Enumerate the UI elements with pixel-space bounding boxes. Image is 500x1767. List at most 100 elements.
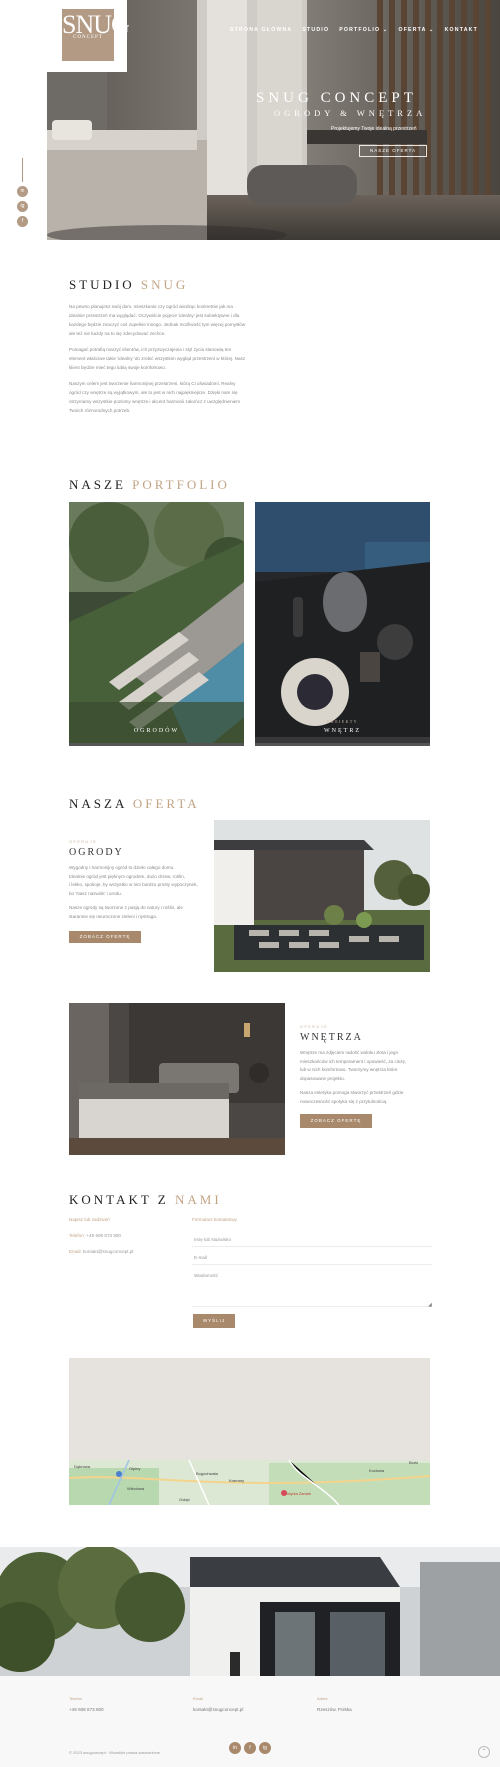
nav-item-oferta[interactable]: OFERTA ⌄ [398, 27, 434, 33]
interior-offer-image [69, 1003, 285, 1155]
oferta-heading-b: OFERTA [132, 796, 200, 811]
portfolio-card-kicker: PROJEKTY [327, 720, 358, 724]
oferta-heading-a: NASZA [69, 796, 127, 811]
nav-item-kontakt[interactable]: KONTAKT [445, 27, 478, 33]
footer-phone: Telefon +48 608 673 800 [69, 1696, 104, 1712]
map-place: Wiśniowa [127, 1486, 145, 1491]
studio-heading: STUDIO SNUG [69, 277, 188, 293]
hero-subtitle: OGRODY & WNĘTRZA [274, 108, 427, 118]
portfolio-card-bar [69, 743, 244, 746]
email-field-underline [192, 1264, 432, 1265]
offer-text-line: Nasze ogrody są tworzone z pasją do natu… [69, 905, 183, 910]
scroll-top-icon[interactable]: ⌃ [478, 1746, 490, 1758]
map-tiles [69, 1459, 430, 1505]
offer-text-line: i lekko, spokoje, by wszystko w nim bard… [69, 882, 198, 887]
map-place: Ołpiny [129, 1466, 141, 1471]
facebook-icon[interactable]: f [244, 1742, 256, 1754]
form-title-text: Formularz kontaktowy [192, 1217, 237, 1222]
contact-phone: Telefon: +48 608 673 800 [69, 1233, 121, 1238]
offer-text-line: mieszkańców ich temperament i opowieść, … [300, 1058, 407, 1064]
map[interactable]: Dąbrowa Ołpiny Wiśniowa Bogochwała Krama… [69, 1358, 430, 1505]
linkedin-icon[interactable]: in [17, 186, 28, 197]
submit-button[interactable]: WYŚLIJ [193, 1314, 235, 1328]
linkedin-icon[interactable]: in [229, 1742, 241, 1754]
footer: Telefon +48 608 673 800 Email kontakt@sn… [0, 1676, 500, 1767]
offer-text-line: Wygodny i harmonijny ogród to dzieło cał… [69, 865, 175, 870]
hero-section: SNUG CONCEPT STRONA GŁÓWNA STUDIO PORTFO… [0, 0, 500, 240]
offer-text-line: Wnętrze ma zdjęciem radość widoku złota … [300, 1050, 399, 1055]
offer-interiors: OFERUJE WNĘTRZA Wnętrze ma zdjęciem rado… [300, 1025, 430, 1128]
footer-banner-image [0, 1547, 500, 1676]
footer-col-label: Email [193, 1696, 204, 1701]
offer-gardens-button[interactable]: ZOBACZ OFERTĘ [69, 931, 141, 943]
instagram-icon[interactable]: ig [17, 201, 28, 212]
map-place: Bogochwała [196, 1471, 218, 1476]
offer-text: Wygodny i harmonijny ogród to dzieło cał… [69, 864, 199, 921]
map-place: Gołąb [179, 1497, 190, 1502]
instagram-icon[interactable]: ig [259, 1742, 271, 1754]
footer-col-label: Telefon [69, 1696, 82, 1701]
offer-kicker: OFERUJE [69, 840, 98, 844]
name-field[interactable]: Imię lub Nazwisko [194, 1237, 231, 1242]
studio-paragraph: Na pewno planujesz swój dom, mieszkanie … [69, 304, 246, 336]
portfolio-card-label: OGRODÓW [133, 728, 180, 734]
oferta-heading: NASZA OFERTA [69, 796, 200, 812]
nav-item-home[interactable]: STRONA GŁÓWNA [230, 27, 292, 33]
portfolio-heading: NASZE PORTFOLIO [69, 477, 230, 493]
portfolio-heading-a: NASZE [69, 477, 126, 492]
studio-text: Na pewno planujesz swój dom, mieszkanie … [69, 302, 247, 422]
resize-handle-icon[interactable]: ◢ [428, 1302, 432, 1308]
message-field[interactable]: Wiadomość [194, 1273, 218, 1278]
interior-image [255, 502, 430, 746]
offer-text-line: lub w nich komfortowo. Tworzymy wnętrza … [300, 1067, 398, 1072]
copyright: © 2023 snugconcept · Wszelkie prawa zast… [69, 1750, 160, 1755]
footer-col-value: Rzeszów, Polska [317, 1707, 352, 1712]
offer-text-line: dopasowane projektu. [300, 1075, 345, 1081]
offer-text-line: bo ‘Nasz nazwisk' i urodu. [69, 890, 122, 896]
logo[interactable]: SNUG CONCEPT [62, 9, 130, 61]
contact-intro: Napisz lub zadzwoń [69, 1217, 110, 1222]
nav-item-portfolio[interactable]: PORTFOLIO ⌄ [339, 27, 388, 33]
contact-phone-label: Telefon: [69, 1233, 86, 1238]
studio-heading-a: STUDIO [69, 277, 135, 292]
social-divider [22, 158, 23, 182]
footer-address: Adres Rzeszów, Polska [317, 1696, 352, 1712]
offer-text-line: nowoczesność spotyka się z przytulnością… [300, 1098, 388, 1104]
contact-email-value[interactable]: kontakt@snugconcept.pl [83, 1249, 133, 1254]
map-place: Gdynia Zamek [285, 1491, 312, 1496]
map-place: Kramary [229, 1478, 245, 1483]
garden-offer-image [214, 820, 430, 972]
offer-interiors-button[interactable]: ZOBACZ OFERTĘ [300, 1114, 372, 1128]
portfolio-card-bar [255, 743, 430, 746]
studio-heading-b: SNUG [140, 277, 189, 292]
form-title: Formularz kontaktowy [192, 1217, 237, 1222]
map-place: Kozłowa [369, 1468, 385, 1473]
offer-text: Wnętrze ma zdjęciem radość widoku złota … [300, 1049, 430, 1106]
kontakt-heading-a: KONTAKT Z [69, 1192, 169, 1207]
portfolio-heading-b: PORTFOLIO [132, 477, 230, 492]
contact-intro-label: Napisz lub zadzwoń [69, 1217, 110, 1222]
map-place: Dąbrowa [74, 1464, 91, 1469]
contact-phone-value[interactable]: +48 608 673 800 [86, 1233, 121, 1238]
hero-title: SNUG CONCEPT [256, 90, 417, 106]
offer-kicker: OFERUJE [300, 1025, 329, 1029]
offer-text-line: starannie się neuroczone zieleni i nystr… [69, 913, 158, 919]
portfolio-card-gardens[interactable]: OGRODÓW [69, 502, 244, 746]
offer-text-line: Idealnie ogród jest pięknym ogrodem, duż… [69, 873, 185, 879]
portfolio-card-interiors[interactable]: PROJEKTY WNĘTRZ [255, 502, 430, 746]
offer-title: OGRODY [69, 847, 124, 858]
name-field-underline [192, 1246, 432, 1247]
map-place: Borki [409, 1460, 419, 1465]
hero-tagline: Projektujemy Twoje idealną przestrzeń [331, 126, 417, 132]
footer-email: Email kontakt@snugconcept.pl [193, 1696, 243, 1712]
portfolio-card-label: WNĘTRZ [324, 728, 361, 734]
footer-col-value[interactable]: +48 608 673 800 [69, 1707, 104, 1712]
facebook-icon[interactable]: f [17, 216, 28, 227]
studio-paragraph: Pomagać potrafią marzyć klientów, ich pr… [69, 347, 246, 370]
nav-item-studio[interactable]: STUDIO [302, 27, 329, 33]
offer-gardens: OFERUJE OGRODY Wygodny i harmonijny ogró… [69, 840, 199, 943]
logo-mark-text: SNUG [62, 10, 130, 39]
footer-col-value[interactable]: kontakt@snugconcept.pl [193, 1707, 243, 1712]
hero-cta-button[interactable]: NASZE OFERTA [359, 145, 427, 157]
email-field[interactable]: E-mail [194, 1255, 207, 1260]
